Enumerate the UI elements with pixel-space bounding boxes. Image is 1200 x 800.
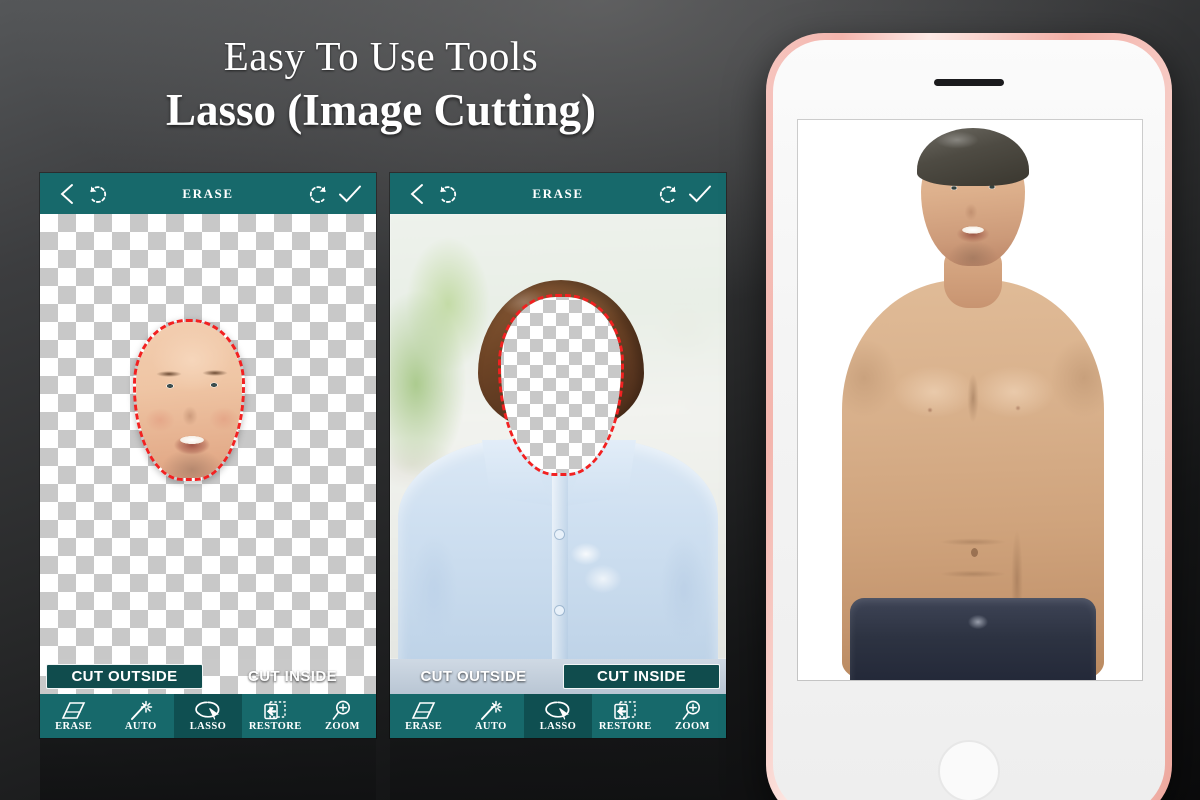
tool-label: RESTORE xyxy=(248,721,302,733)
page-title: ERASE xyxy=(182,185,234,201)
tool-restore[interactable]: RESTORE xyxy=(592,694,659,738)
tool-erase[interactable]: ERASE xyxy=(40,694,107,738)
page-title: ERASE xyxy=(532,185,584,201)
redo-arrow-icon xyxy=(659,185,676,203)
eraser-icon xyxy=(61,699,87,721)
cut-outside-button[interactable]: CUT OUTSIDE xyxy=(46,664,203,689)
tool-label: ERASE xyxy=(55,721,93,733)
screenshot-panel-right: ERASE CUT OUTSIDE CUT INSIDE ERASE AUTO … xyxy=(390,173,726,738)
reflection-right: CUT OUTSIDECUT INSIDE ERASE AUTO LASSO R… xyxy=(390,738,726,800)
tool-auto[interactable]: AUTO xyxy=(457,694,524,738)
app-header-right: ERASE xyxy=(390,173,726,214)
cut-mode-row-right: CUT OUTSIDE CUT INSIDE xyxy=(390,659,726,694)
restore-arrow-icon xyxy=(263,699,287,721)
shirt-button xyxy=(555,606,564,615)
phone-screen xyxy=(798,120,1142,680)
cut-inside-button[interactable]: CUT INSIDE xyxy=(563,664,720,689)
screenshot-panel-left: ERASE CUT OUTSIDE CUT INSIDE ERASE AUTO … xyxy=(40,173,376,738)
undo-arrow-icon xyxy=(90,185,107,203)
undo-arrow-icon xyxy=(440,185,457,203)
chevron-left-icon xyxy=(410,183,423,204)
transparency-checkerboard xyxy=(501,297,621,473)
lasso-cursor-icon xyxy=(545,699,571,721)
tool-bar-right: ERASE AUTO LASSO RESTORE ZOOM xyxy=(390,694,726,738)
home-button[interactable] xyxy=(938,740,1000,800)
confirm-button[interactable] xyxy=(334,178,366,210)
cut-mode-row-left: CUT OUTSIDE CUT INSIDE xyxy=(40,659,376,694)
cut-out-face-image xyxy=(136,322,242,478)
app-header-left: ERASE xyxy=(40,173,376,214)
cut-inside-button[interactable]: CUT INSIDE xyxy=(215,664,370,689)
back-button[interactable] xyxy=(400,178,432,210)
promo-banner: Easy To Use Tools Lasso (Image Cutting) … xyxy=(0,0,1200,800)
tool-label: AUTO xyxy=(474,721,507,733)
lasso-selection-face-hole[interactable] xyxy=(498,294,624,476)
phone-mockup xyxy=(766,33,1172,800)
edit-canvas-left[interactable] xyxy=(40,214,376,659)
tool-restore[interactable]: RESTORE xyxy=(242,694,309,738)
tool-zoom[interactable]: ZOOM xyxy=(659,694,726,738)
redo-button[interactable] xyxy=(302,178,334,210)
confirm-button[interactable] xyxy=(684,178,716,210)
tool-auto[interactable]: AUTO xyxy=(107,694,174,738)
eraser-icon xyxy=(411,699,437,721)
tool-label: ERASE xyxy=(405,721,443,733)
magic-wand-icon xyxy=(479,699,503,721)
restore-arrow-icon xyxy=(613,699,637,721)
tool-label: ZOOM xyxy=(324,721,360,733)
tool-label: ZOOM xyxy=(674,721,710,733)
tool-label: RESTORE xyxy=(598,721,652,733)
cut-outside-button[interactable]: CUT OUTSIDE xyxy=(396,664,551,689)
earpiece-speaker-icon xyxy=(934,79,1004,86)
composited-result-image xyxy=(798,120,1142,680)
tool-zoom[interactable]: ZOOM xyxy=(309,694,376,738)
lasso-selection-face[interactable] xyxy=(133,319,245,481)
headline-line-2: Lasso (Image Cutting) xyxy=(165,84,596,135)
undo-button[interactable] xyxy=(82,178,114,210)
navel xyxy=(971,548,978,557)
check-icon xyxy=(339,185,361,202)
back-button[interactable] xyxy=(50,178,82,210)
check-icon xyxy=(689,185,711,202)
shirt-placket xyxy=(552,464,568,659)
magnifier-plus-icon xyxy=(330,699,354,721)
hair xyxy=(917,128,1029,186)
edit-canvas-right[interactable] xyxy=(390,214,726,659)
headline-line-1: Easy To Use Tools xyxy=(223,32,539,79)
undo-button[interactable] xyxy=(432,178,464,210)
lasso-cursor-icon xyxy=(195,699,221,721)
chevron-left-icon xyxy=(60,183,73,204)
tool-bar-left: ERASE AUTO LASSO RESTORE ZOOM xyxy=(40,694,376,738)
tool-erase[interactable]: ERASE xyxy=(390,694,457,738)
redo-arrow-icon xyxy=(309,185,326,203)
magnifier-plus-icon xyxy=(680,699,704,721)
shirt-button xyxy=(555,530,564,539)
tool-label: AUTO xyxy=(124,721,157,733)
reflection-left: CUT OUTSIDECUT INSIDE ERASE AUTO LASSO R… xyxy=(40,738,376,800)
magic-wand-icon xyxy=(129,699,153,721)
headline-block: Easy To Use Tools Lasso (Image Cutting) xyxy=(0,0,762,170)
tool-lasso[interactable]: LASSO xyxy=(174,694,242,738)
jeans xyxy=(850,598,1096,680)
tool-lasso[interactable]: LASSO xyxy=(524,694,592,738)
redo-button[interactable] xyxy=(652,178,684,210)
tool-label: LASSO xyxy=(539,721,577,733)
tool-label: LASSO xyxy=(189,721,227,733)
phone-body xyxy=(773,40,1165,800)
